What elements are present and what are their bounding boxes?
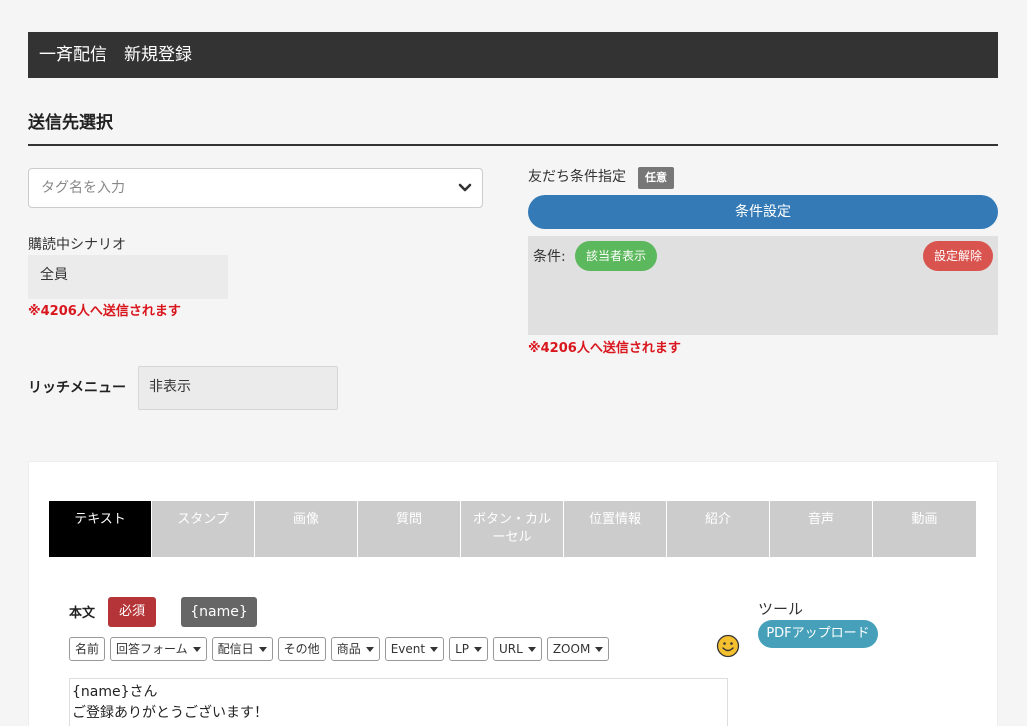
tab-location[interactable]: 位置情報 <box>564 501 667 557</box>
condition-settings-button[interactable]: 条件設定 <box>528 195 998 229</box>
answer-form-label: 回答フォーム <box>116 642 188 656</box>
caret-down-icon <box>595 647 604 652</box>
tab-video[interactable]: 動画 <box>873 501 976 557</box>
pdf-upload-button[interactable]: PDFアップロード <box>758 620 878 648</box>
smiley-face-icon[interactable] <box>716 634 740 658</box>
url-label: URL <box>499 642 523 656</box>
caret-down-icon <box>258 647 267 652</box>
rich-menu-label: リッチメニュー <box>28 380 126 396</box>
tag-select[interactable]: タグ名を入力 <box>28 168 483 208</box>
recipient-count-notice: ※4206人へ送信されます <box>28 304 181 319</box>
tab-button-carousel[interactable]: ボタン・カル ーセル <box>461 501 564 557</box>
show-matches-button[interactable]: 該当者表示 <box>575 241 657 271</box>
rich-menu-select[interactable]: 非表示 <box>138 366 338 410</box>
caret-down-icon <box>430 647 439 652</box>
insert-name-label: 名前 <box>75 642 100 656</box>
delivery-date-dropdown[interactable]: 配信日 <box>211 637 273 661</box>
required-badge: 必須 <box>108 597 156 627</box>
lp-label: LP <box>455 642 470 656</box>
event-dropdown[interactable]: Event <box>384 637 445 661</box>
name-variable-button[interactable]: {name} <box>181 597 257 627</box>
chevron-down-icon <box>458 183 472 192</box>
tab-question[interactable]: 質問 <box>358 501 461 557</box>
zoom-dropdown[interactable]: ZOOM <box>546 637 610 661</box>
tab-introduction[interactable]: 紹介 <box>667 501 770 557</box>
message-body-editor[interactable]: {name}さん ご登録ありがとうございます！ <box>69 678 728 726</box>
product-label: 商品 <box>336 642 361 656</box>
scenario-select[interactable]: 全員 <box>28 255 228 299</box>
scenario-label: 購読中シナリオ <box>28 237 126 253</box>
editor-line: {name}さん <box>72 684 158 700</box>
event-label: Event <box>390 642 426 656</box>
condition-prefix: 条件: <box>533 249 566 265</box>
friend-condition-label: 友だち条件指定 <box>528 169 626 185</box>
clear-conditions-button[interactable]: 設定解除 <box>923 241 993 271</box>
tools-label: ツール <box>758 600 804 618</box>
url-dropdown[interactable]: URL <box>493 637 542 661</box>
section-divider <box>28 144 998 146</box>
editor-line: ご登録ありがとうございます！ <box>72 705 268 721</box>
editor-toolbar: 名前 回答フォーム 配信日 その他 商品 Event LP URL ZOOM <box>69 637 610 661</box>
condition-count-notice: ※4206人へ送信されます <box>528 341 681 356</box>
zoom-label: ZOOM <box>552 642 591 656</box>
tab-text[interactable]: テキスト <box>49 501 152 557</box>
insert-name-button[interactable]: 名前 <box>69 637 106 661</box>
delivery-date-label: 配信日 <box>217 642 254 656</box>
lp-dropdown[interactable]: LP <box>449 637 489 661</box>
tab-stamp[interactable]: スタンプ <box>152 501 255 557</box>
message-type-tabs: テキスト スタンプ 画像 質問 ボタン・カル ーセル 位置情報 紹介 音声 動画 <box>49 501 976 557</box>
other-button[interactable]: その他 <box>277 637 326 661</box>
caret-down-icon <box>192 647 201 652</box>
tab-audio[interactable]: 音声 <box>770 501 873 557</box>
tab-button-carousel-line-2: ーセル <box>492 530 532 545</box>
optional-badge: 任意 <box>638 167 674 189</box>
page-title: 一斉配信 新規登録 <box>39 45 192 65</box>
caret-down-icon <box>527 647 536 652</box>
page-header: 一斉配信 新規登録 <box>28 32 998 78</box>
answer-form-dropdown[interactable]: 回答フォーム <box>110 637 207 661</box>
tab-image[interactable]: 画像 <box>255 501 358 557</box>
caret-down-icon <box>365 647 374 652</box>
tab-button-carousel-line-1: ボタン・カル <box>472 512 551 527</box>
body-label: 本文 <box>69 606 96 621</box>
caret-down-icon <box>474 647 483 652</box>
tag-select-placeholder: タグ名を入力 <box>41 180 125 196</box>
product-dropdown[interactable]: 商品 <box>330 637 380 661</box>
condition-area: 条件: 該当者表示 設定解除 <box>528 236 998 335</box>
section-title-recipient: 送信先選択 <box>28 113 113 133</box>
other-label: その他 <box>283 642 320 656</box>
